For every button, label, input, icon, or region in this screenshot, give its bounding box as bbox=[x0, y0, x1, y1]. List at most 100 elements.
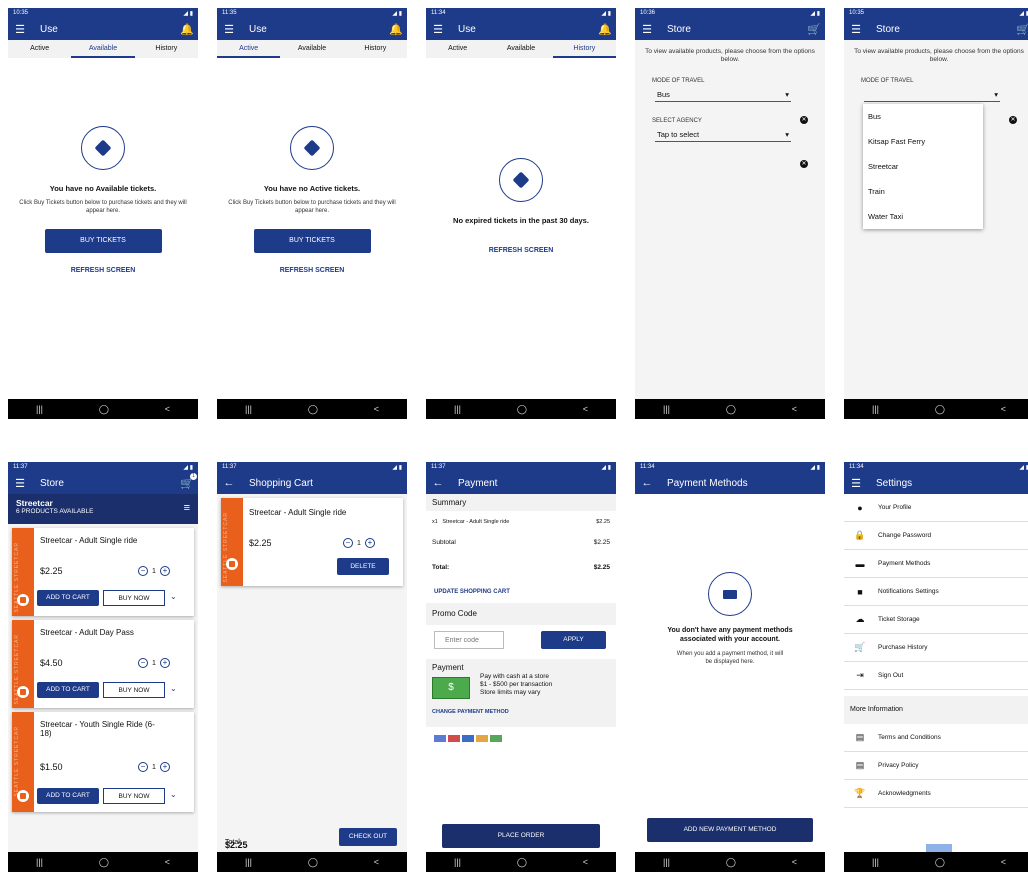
plus-icon[interactable]: + bbox=[364, 538, 375, 548]
back-icon[interactable]: < bbox=[583, 404, 588, 414]
back-icon[interactable]: < bbox=[374, 857, 379, 867]
minus-icon[interactable]: − bbox=[138, 566, 148, 576]
settings-item-notifications[interactable]: ■ Notifications Settings bbox=[844, 578, 1028, 606]
option-streetcar[interactable]: Streetcar bbox=[863, 154, 983, 179]
back-icon[interactable]: < bbox=[165, 404, 170, 414]
cart-icon[interactable]: 🛒 bbox=[1016, 23, 1028, 36]
mode-select[interactable]: ▾ bbox=[864, 88, 1000, 102]
settings-item-ticket-storage[interactable]: ☁ Ticket Storage bbox=[844, 606, 1028, 634]
minus-icon[interactable]: − bbox=[138, 658, 148, 668]
settings-item-acknowledgments[interactable]: 🏆 Acknowledgments bbox=[844, 780, 1028, 808]
agency-select[interactable]: Tap to select ▾ bbox=[655, 128, 791, 142]
back-icon[interactable]: < bbox=[792, 404, 797, 414]
tab-history[interactable]: History bbox=[552, 40, 616, 58]
home-icon[interactable]: ◯ bbox=[99, 404, 109, 415]
option-water-taxi[interactable]: Water Taxi bbox=[863, 204, 983, 229]
recent-apps-icon[interactable]: ||| bbox=[454, 857, 461, 867]
tab-active[interactable]: Active bbox=[217, 40, 281, 58]
change-payment-link[interactable]: CHANGE PAYMENT METHOD bbox=[432, 709, 509, 715]
minus-icon[interactable]: − bbox=[343, 538, 353, 548]
back-icon[interactable]: < bbox=[374, 404, 379, 414]
menu-icon[interactable]: ☰ bbox=[432, 23, 444, 36]
home-icon[interactable]: ◯ bbox=[308, 404, 318, 415]
clear-icon[interactable]: ✕ bbox=[800, 160, 808, 168]
tab-history[interactable]: History bbox=[135, 40, 198, 58]
refresh-screen-link[interactable]: REFRESH SCREEN bbox=[8, 267, 198, 274]
plus-icon[interactable]: + bbox=[159, 658, 170, 668]
recent-apps-icon[interactable]: ||| bbox=[36, 857, 43, 867]
recent-apps-icon[interactable]: ||| bbox=[454, 404, 461, 414]
tab-active[interactable]: Active bbox=[426, 40, 489, 58]
plus-icon[interactable]: + bbox=[159, 566, 170, 576]
back-icon[interactable]: < bbox=[1001, 857, 1006, 867]
menu-icon[interactable]: ☰ bbox=[14, 23, 26, 36]
cart-icon[interactable]: 🛒 1 bbox=[180, 472, 197, 490]
settings-item-purchase-history[interactable]: 🛒 Purchase History bbox=[844, 634, 1028, 662]
add-to-cart-button[interactable]: ADD TO CART bbox=[37, 788, 99, 804]
tab-available[interactable]: Available bbox=[489, 40, 552, 58]
recent-apps-icon[interactable]: ||| bbox=[245, 857, 252, 867]
settings-item-profile[interactable]: ● Your Profile bbox=[844, 494, 1028, 522]
home-icon[interactable]: ◯ bbox=[308, 857, 318, 868]
refresh-screen-link[interactable]: REFRESH SCREEN bbox=[426, 247, 616, 254]
back-icon[interactable]: < bbox=[792, 857, 797, 867]
checkout-button[interactable]: CHECK OUT bbox=[339, 828, 397, 846]
settings-item-privacy[interactable]: ▤ Privacy Policy bbox=[844, 752, 1028, 780]
place-order-button[interactable]: PLACE ORDER bbox=[442, 824, 600, 848]
add-to-cart-button[interactable]: ADD TO CART bbox=[37, 682, 99, 698]
back-arrow-icon[interactable]: ← bbox=[641, 477, 653, 489]
plus-icon[interactable]: + bbox=[159, 762, 170, 772]
bell-icon[interactable]: 🔔 bbox=[598, 23, 612, 36]
recent-apps-icon[interactable]: ||| bbox=[663, 404, 670, 414]
recent-apps-icon[interactable]: ||| bbox=[36, 404, 43, 414]
option-kitsap-fast-ferry[interactable]: Kitsap Fast Ferry bbox=[863, 129, 983, 154]
buy-now-button[interactable]: BUY NOW bbox=[103, 682, 165, 698]
settings-item-sign-out[interactable]: ⇥ Sign Out bbox=[844, 662, 1028, 690]
chevron-down-icon[interactable]: ⌄ bbox=[170, 684, 177, 693]
home-icon[interactable]: ◯ bbox=[517, 404, 527, 415]
mode-select[interactable]: Bus ▾ bbox=[655, 88, 791, 102]
clear-icon[interactable]: ✕ bbox=[1009, 116, 1017, 124]
update-cart-link[interactable]: UPDATE SHOPPING CART bbox=[426, 589, 616, 595]
apply-button[interactable]: APPLY bbox=[541, 631, 606, 649]
tab-history[interactable]: History bbox=[344, 40, 407, 58]
recent-apps-icon[interactable]: ||| bbox=[872, 404, 879, 414]
recent-apps-icon[interactable]: ||| bbox=[872, 857, 879, 867]
chevron-down-icon[interactable]: ⌄ bbox=[170, 790, 177, 799]
add-payment-method-button[interactable]: ADD NEW PAYMENT METHOD bbox=[647, 818, 813, 842]
option-bus[interactable]: Bus bbox=[863, 104, 983, 129]
tab-available[interactable]: Available bbox=[280, 40, 343, 58]
back-icon[interactable]: < bbox=[1001, 404, 1006, 414]
buy-tickets-button[interactable]: BUY TICKETS bbox=[44, 229, 162, 253]
home-icon[interactable]: ◯ bbox=[726, 404, 736, 415]
bell-icon[interactable]: 🔔 bbox=[180, 23, 194, 36]
home-icon[interactable]: ◯ bbox=[935, 857, 945, 868]
settings-item-payment-methods[interactable]: ▬ Payment Methods bbox=[844, 550, 1028, 578]
menu-icon[interactable]: ☰ bbox=[223, 23, 235, 36]
minus-icon[interactable]: − bbox=[138, 762, 148, 772]
buy-tickets-button[interactable]: BUY TICKETS bbox=[253, 229, 371, 253]
menu-icon[interactable]: ☰ bbox=[850, 477, 862, 490]
clear-icon[interactable]: ✕ bbox=[800, 116, 808, 124]
chevron-down-icon[interactable]: ⌄ bbox=[170, 592, 177, 601]
home-icon[interactable]: ◯ bbox=[726, 857, 736, 868]
menu-icon[interactable]: ☰ bbox=[641, 23, 653, 36]
home-icon[interactable]: ◯ bbox=[99, 857, 109, 868]
tab-active[interactable]: Active bbox=[8, 40, 71, 58]
refresh-screen-link[interactable]: REFRESH SCREEN bbox=[217, 267, 407, 274]
cart-icon[interactable]: 🛒 bbox=[807, 23, 821, 36]
back-arrow-icon[interactable]: ← bbox=[223, 477, 235, 489]
recent-apps-icon[interactable]: ||| bbox=[245, 404, 252, 414]
menu-icon[interactable]: ☰ bbox=[14, 477, 26, 490]
add-to-cart-button[interactable]: ADD TO CART bbox=[37, 590, 99, 606]
tab-available[interactable]: Available bbox=[71, 40, 135, 58]
buy-now-button[interactable]: BUY NOW bbox=[103, 590, 165, 606]
back-arrow-icon[interactable]: ← bbox=[432, 477, 444, 489]
home-icon[interactable]: ◯ bbox=[935, 404, 945, 415]
recent-apps-icon[interactable]: ||| bbox=[663, 857, 670, 867]
option-train[interactable]: Train bbox=[863, 179, 983, 204]
filter-icon[interactable]: ≡ bbox=[184, 502, 190, 514]
menu-icon[interactable]: ☰ bbox=[850, 23, 862, 36]
bell-icon[interactable]: 🔔 bbox=[389, 23, 403, 36]
settings-item-change-password[interactable]: 🔒 Change Password bbox=[844, 522, 1028, 550]
